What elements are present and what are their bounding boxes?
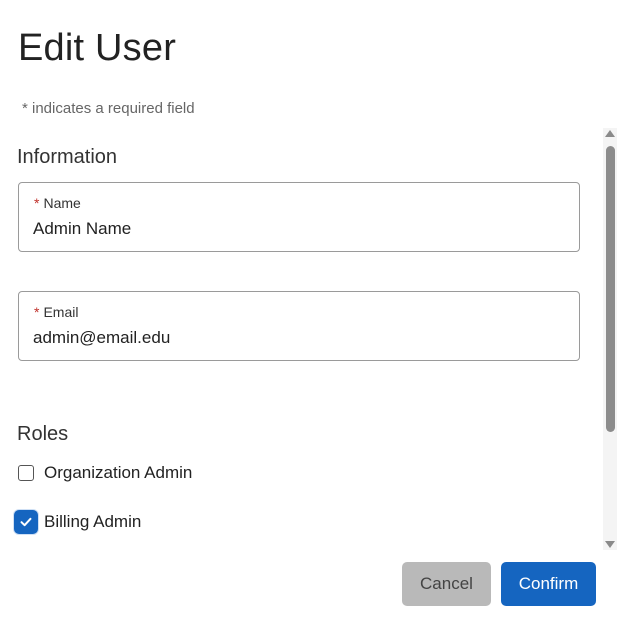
- checkmark-icon: [20, 517, 32, 527]
- email-input[interactable]: admin@email.edu: [33, 328, 170, 348]
- vertical-scrollbar[interactable]: [603, 128, 617, 550]
- confirm-button[interactable]: Confirm: [501, 562, 596, 606]
- organization-admin-label: Organization Admin: [44, 463, 193, 482]
- name-field-label: Name: [43, 195, 81, 211]
- role-option-billing-admin[interactable]: Billing Admin: [14, 510, 142, 534]
- required-star: *: [34, 304, 40, 320]
- form-scroll-area: Information * Name Admin Name * Email admi…: [0, 128, 617, 550]
- name-field[interactable]: * Name Admin Name: [18, 182, 580, 252]
- required-field-note: * indicates a required field: [22, 100, 195, 117]
- required-star: *: [34, 195, 40, 211]
- organization-admin-checkbox[interactable]: [18, 465, 34, 481]
- dialog-title: Edit User: [18, 27, 177, 69]
- information-heading: Information: [17, 146, 118, 168]
- roles-heading: Roles: [17, 423, 69, 445]
- scroll-down-arrow-icon[interactable]: [605, 541, 615, 548]
- billing-admin-checkbox[interactable]: [14, 510, 38, 534]
- scroll-thumb[interactable]: [606, 146, 615, 432]
- role-option-organization-admin[interactable]: Organization Admin: [18, 462, 192, 484]
- billing-admin-label: Billing Admin: [44, 512, 142, 531]
- email-field-label: Email: [43, 304, 79, 320]
- scroll-up-arrow-icon[interactable]: [605, 130, 615, 137]
- name-input[interactable]: Admin Name: [33, 219, 131, 239]
- cancel-button[interactable]: Cancel: [402, 562, 491, 606]
- email-field[interactable]: * Email admin@email.edu: [18, 291, 580, 361]
